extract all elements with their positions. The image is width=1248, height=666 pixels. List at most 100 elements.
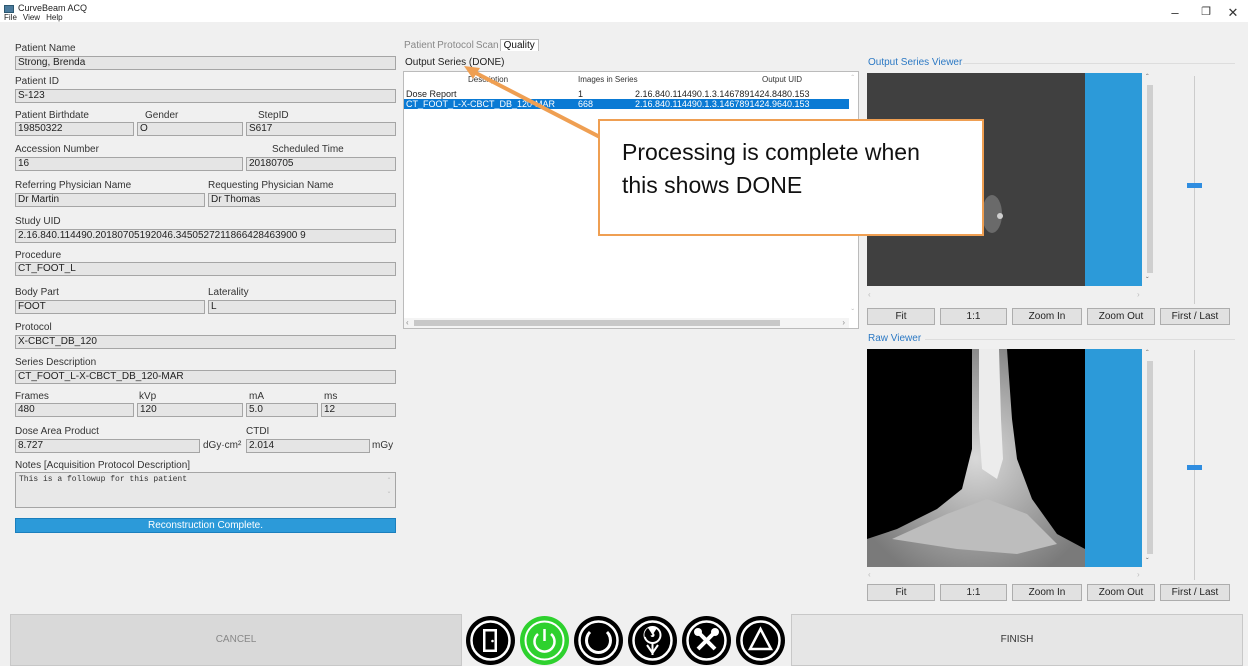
close-icon[interactable]: ✕ <box>1226 6 1240 19</box>
scrollbar-thumb[interactable] <box>414 320 780 326</box>
notes-scrollbar[interactable]: ˆˇ <box>387 475 391 503</box>
output-fit-button[interactable]: Fit <box>867 308 935 325</box>
output-viewer-title: Output Series Viewer <box>868 57 963 68</box>
scrollbar-thumb[interactable] <box>1147 361 1153 554</box>
tools-button[interactable] <box>682 616 731 665</box>
frames-field[interactable]: 480 <box>15 403 134 417</box>
output-one-to-one-button[interactable]: 1:1 <box>940 308 1007 325</box>
output-first-last-button[interactable]: First / Last <box>1160 308 1230 325</box>
table-horizontal-scrollbar[interactable]: ‹ › <box>404 318 849 328</box>
ma-field[interactable]: 5.0 <box>246 403 318 417</box>
patient-id-field[interactable]: S-123 <box>15 89 396 103</box>
birthdate-field[interactable]: 19850322 <box>15 122 134 136</box>
table-row[interactable]: Dose Report 1 2.16.840.114490.1.3.146789… <box>404 89 849 99</box>
accession-field[interactable]: 16 <box>15 157 243 171</box>
minimize-icon[interactable]: – <box>1168 6 1182 19</box>
reconstruction-status-bar: Reconstruction Complete. <box>15 518 396 533</box>
scroll-right-icon[interactable]: › <box>1137 290 1140 299</box>
notes-text: This is a followup for this patient <box>19 475 188 484</box>
output-slice-slider-track[interactable] <box>1194 76 1195 304</box>
radiation-tower-icon <box>632 620 673 661</box>
raw-xray-image[interactable] <box>867 349 1085 567</box>
raw-one-to-one-button[interactable]: 1:1 <box>940 584 1007 601</box>
scroll-down-icon[interactable]: ˇ <box>1146 557 1149 566</box>
table-scroll-up-icon[interactable]: ˆ <box>851 74 854 83</box>
patient-id-label: Patient ID <box>15 76 59 87</box>
output-viewer-vertical-scrollbar[interactable]: ˆ ˇ <box>1145 73 1155 286</box>
raw-zoom-in-button[interactable]: Zoom In <box>1012 584 1082 601</box>
scroll-down-icon[interactable]: ˇ <box>1146 276 1149 285</box>
requesting-physician-label: Requesting Physician Name <box>208 180 334 191</box>
scroll-left-icon[interactable]: ‹ <box>406 318 409 327</box>
gender-field[interactable]: O <box>137 122 243 136</box>
column-images-in-series[interactable]: Images in Series <box>578 75 638 84</box>
tab-quality[interactable]: Quality <box>499 39 539 51</box>
raw-viewer-vertical-scrollbar[interactable]: ˆ ˇ <box>1145 349 1155 567</box>
protocol-field[interactable]: X-CBCT_DB_120 <box>15 335 396 349</box>
row-images: 1 <box>578 89 584 99</box>
cancel-button[interactable]: CANCEL <box>10 614 462 666</box>
scroll-left-icon[interactable]: ‹ <box>868 570 871 579</box>
ma-label: mA <box>249 391 264 402</box>
output-zoom-out-button[interactable]: Zoom Out <box>1087 308 1155 325</box>
kvp-field[interactable]: 120 <box>137 403 243 417</box>
patient-name-field[interactable]: Strong, Brenda <box>15 56 396 70</box>
finish-button[interactable]: FINISH <box>791 614 1243 666</box>
ms-field[interactable]: 12 <box>321 403 396 417</box>
scrollbar-thumb[interactable] <box>1147 85 1153 273</box>
study-uid-field[interactable]: 2.16.840.114490.20180705192046.345052721… <box>15 229 396 243</box>
row-uid: 2.16.840.114490.1.3.1467891424.9640.153 <box>635 99 810 109</box>
referring-physician-field[interactable]: Dr Martin <box>15 193 205 207</box>
raw-zoom-out-button[interactable]: Zoom Out <box>1087 584 1155 601</box>
exit-button[interactable] <box>466 616 515 665</box>
requesting-physician-field[interactable]: Dr Thomas <box>208 193 396 207</box>
foot-xray-image <box>867 349 1085 567</box>
refresh-button[interactable] <box>574 616 623 665</box>
power-button[interactable] <box>520 616 569 665</box>
study-uid-label: Study UID <box>15 216 61 227</box>
output-slice-slider-handle[interactable] <box>1187 183 1202 188</box>
group-border <box>963 63 1235 64</box>
scroll-up-icon[interactable]: ˆ <box>1146 349 1149 358</box>
output-zoom-in-button[interactable]: Zoom In <box>1012 308 1082 325</box>
scroll-right-icon[interactable]: › <box>842 318 845 327</box>
scroll-right-icon[interactable]: › <box>1137 570 1140 579</box>
body-part-field[interactable]: FOOT <box>15 300 205 314</box>
row-uid: 2.16.840.114490.1.3.1467891424.8480.153 <box>635 89 810 99</box>
menu-file[interactable]: File <box>4 13 17 22</box>
raw-fit-button[interactable]: Fit <box>867 584 935 601</box>
ctdi-field[interactable]: 2.014 <box>246 439 370 453</box>
tab-patient[interactable]: Patient <box>403 40 436 51</box>
menu-help[interactable]: Help <box>46 13 62 22</box>
table-scroll-down-icon[interactable]: ˇ <box>851 308 854 317</box>
column-output-uid[interactable]: Output UID <box>762 75 802 84</box>
scroll-left-icon[interactable]: ‹ <box>868 290 871 299</box>
patient-name-label: Patient Name <box>15 43 76 54</box>
warning-button[interactable] <box>736 616 785 665</box>
stepid-field[interactable]: S617 <box>246 122 396 136</box>
scheduled-time-label: Scheduled Time <box>272 144 344 155</box>
scheduled-time-field[interactable]: 20180705 <box>246 157 396 171</box>
maximize-icon[interactable]: ❐ <box>1199 6 1213 19</box>
table-row-selected[interactable]: CT_FOOT_L-X-CBCT_DB_120-MAR 668 2.16.840… <box>404 99 849 109</box>
refresh-ring-icon <box>578 620 619 661</box>
procedure-field[interactable]: CT_FOOT_L <box>15 262 396 276</box>
column-description[interactable]: Description <box>468 75 508 84</box>
row-images: 668 <box>578 99 594 109</box>
series-description-field[interactable]: CT_FOOT_L-X-CBCT_DB_120-MAR <box>15 370 396 384</box>
raw-first-last-button[interactable]: First / Last <box>1160 584 1230 601</box>
raw-frame-slider-handle[interactable] <box>1187 465 1202 470</box>
power-icon <box>524 620 565 661</box>
group-border <box>925 339 1235 340</box>
tab-scan[interactable]: Scan <box>475 40 500 51</box>
raw-viewer-blue-panel <box>1085 349 1142 567</box>
scroll-up-icon[interactable]: ˆ <box>1146 73 1149 82</box>
xray-source-button[interactable] <box>628 616 677 665</box>
tab-protocol[interactable]: Protocol <box>436 40 475 51</box>
laterality-field[interactable]: L <box>208 300 396 314</box>
ctdi-label: CTDI <box>246 426 270 437</box>
notes-textarea[interactable]: This is a followup for this patient ˆˇ <box>15 472 396 508</box>
procedure-label: Procedure <box>15 250 62 261</box>
menu-view[interactable]: View <box>23 13 40 22</box>
dap-field[interactable]: 8.727 <box>15 439 200 453</box>
